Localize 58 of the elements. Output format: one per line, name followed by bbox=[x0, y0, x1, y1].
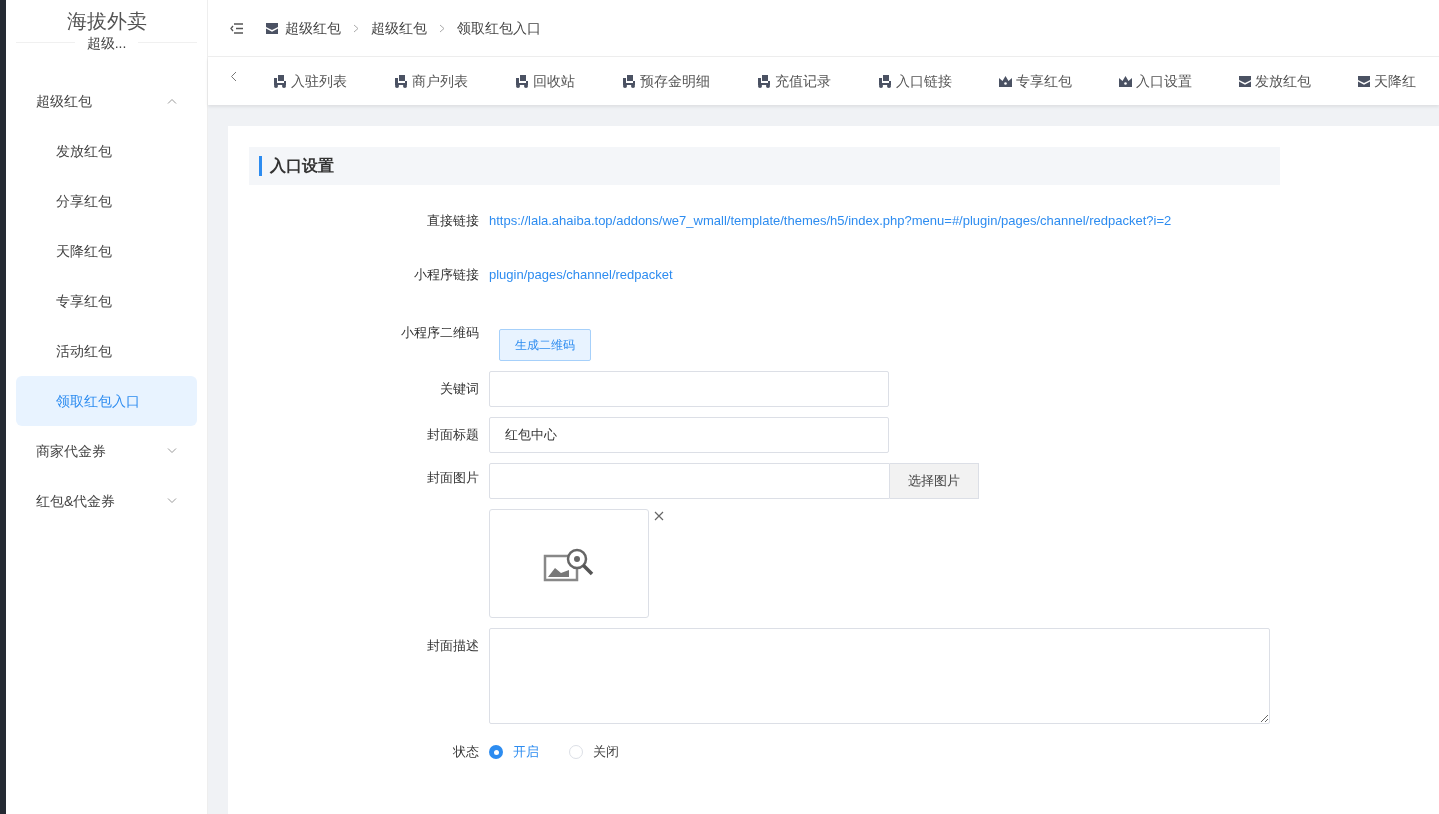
crown-icon bbox=[1119, 75, 1132, 87]
field-label: 小程序链接 bbox=[413, 266, 480, 284]
crown-icon bbox=[999, 75, 1012, 87]
menu-group[interactable]: 超级红包 bbox=[6, 76, 207, 126]
tab[interactable]: 商户列表 bbox=[394, 70, 468, 92]
close-icon[interactable] bbox=[654, 511, 664, 521]
menu-item[interactable]: 分享红包 bbox=[16, 176, 197, 226]
tab[interactable]: 入驻列表 bbox=[273, 70, 347, 92]
tab[interactable]: 天降红 bbox=[1358, 70, 1416, 92]
scooter-icon bbox=[515, 74, 529, 88]
input-field[interactable] bbox=[489, 463, 890, 499]
field-label: 状态 bbox=[452, 743, 480, 761]
section-title: 入口设置 bbox=[270, 156, 334, 176]
collapse-menu-icon[interactable] bbox=[230, 22, 243, 34]
brand-name: 海拔外卖 bbox=[66, 9, 147, 34]
scooter-icon bbox=[878, 74, 892, 88]
input-field[interactable]: 红包中心 bbox=[489, 417, 889, 453]
breadcrumb-link[interactable]: 领取红包入口 bbox=[457, 17, 541, 39]
menu-item[interactable]: 天降红包 bbox=[16, 226, 197, 276]
menu-group[interactable]: 红包&代金券 bbox=[6, 476, 207, 526]
textarea-field[interactable] bbox=[489, 628, 1270, 724]
envelope-icon bbox=[266, 22, 278, 34]
menu-item[interactable]: 专享红包 bbox=[16, 276, 197, 326]
menu-item[interactable]: 发放红包 bbox=[16, 126, 197, 176]
breadcrumb-link[interactable]: 超级红包 bbox=[285, 17, 341, 39]
tab[interactable]: 回收站 bbox=[515, 70, 575, 92]
link[interactable]: https://lala.ahaiba.top/addons/we7_wmall/template/themes/h5/index.php?menu=#/plugin/pages/channel/redpacket?i=2 bbox=[489, 203, 1172, 239]
chevron-right-icon bbox=[353, 23, 359, 33]
radio-option[interactable]: 开启 bbox=[489, 742, 539, 762]
field-label: 封面描述 bbox=[426, 637, 480, 655]
field-label: 小程序二维码 bbox=[400, 324, 480, 342]
link[interactable]: plugin/pages/channel/redpacket bbox=[489, 257, 673, 293]
chevron-right-icon bbox=[439, 23, 445, 33]
input-field[interactable] bbox=[489, 371, 889, 407]
field-label: 关键词 bbox=[439, 380, 480, 398]
tab[interactable]: 发放红包 bbox=[1239, 70, 1311, 92]
tab[interactable]: 入口链接 bbox=[878, 70, 952, 92]
radio-option[interactable]: 关闭 bbox=[569, 742, 619, 762]
scooter-icon bbox=[622, 74, 636, 88]
field-label: 封面标题 bbox=[426, 426, 480, 444]
choose-image-button[interactable]: 选择图片 bbox=[890, 463, 979, 499]
scooter-icon bbox=[757, 74, 771, 88]
menu-group[interactable]: 商家代金券 bbox=[6, 426, 207, 476]
scooter-icon bbox=[273, 74, 287, 88]
tab[interactable]: 专享红包 bbox=[999, 70, 1072, 92]
radio-button[interactable] bbox=[569, 745, 583, 759]
breadcrumb-link[interactable]: 超级红包 bbox=[371, 17, 427, 39]
field-label: 封面图片 bbox=[426, 469, 480, 487]
radio-button[interactable] bbox=[489, 745, 503, 759]
scooter-icon bbox=[394, 74, 408, 88]
tab[interactable]: 预存金明细 bbox=[622, 70, 710, 92]
field-label: 直接链接 bbox=[426, 212, 480, 230]
tab[interactable]: 充值记录 bbox=[757, 70, 831, 92]
scroll-left-icon[interactable] bbox=[230, 70, 237, 82]
envelope-icon bbox=[1358, 75, 1370, 87]
menu-item[interactable]: 活动红包 bbox=[16, 326, 197, 376]
envelope-icon bbox=[1239, 75, 1251, 87]
tab[interactable]: 入口设置 bbox=[1119, 70, 1192, 92]
